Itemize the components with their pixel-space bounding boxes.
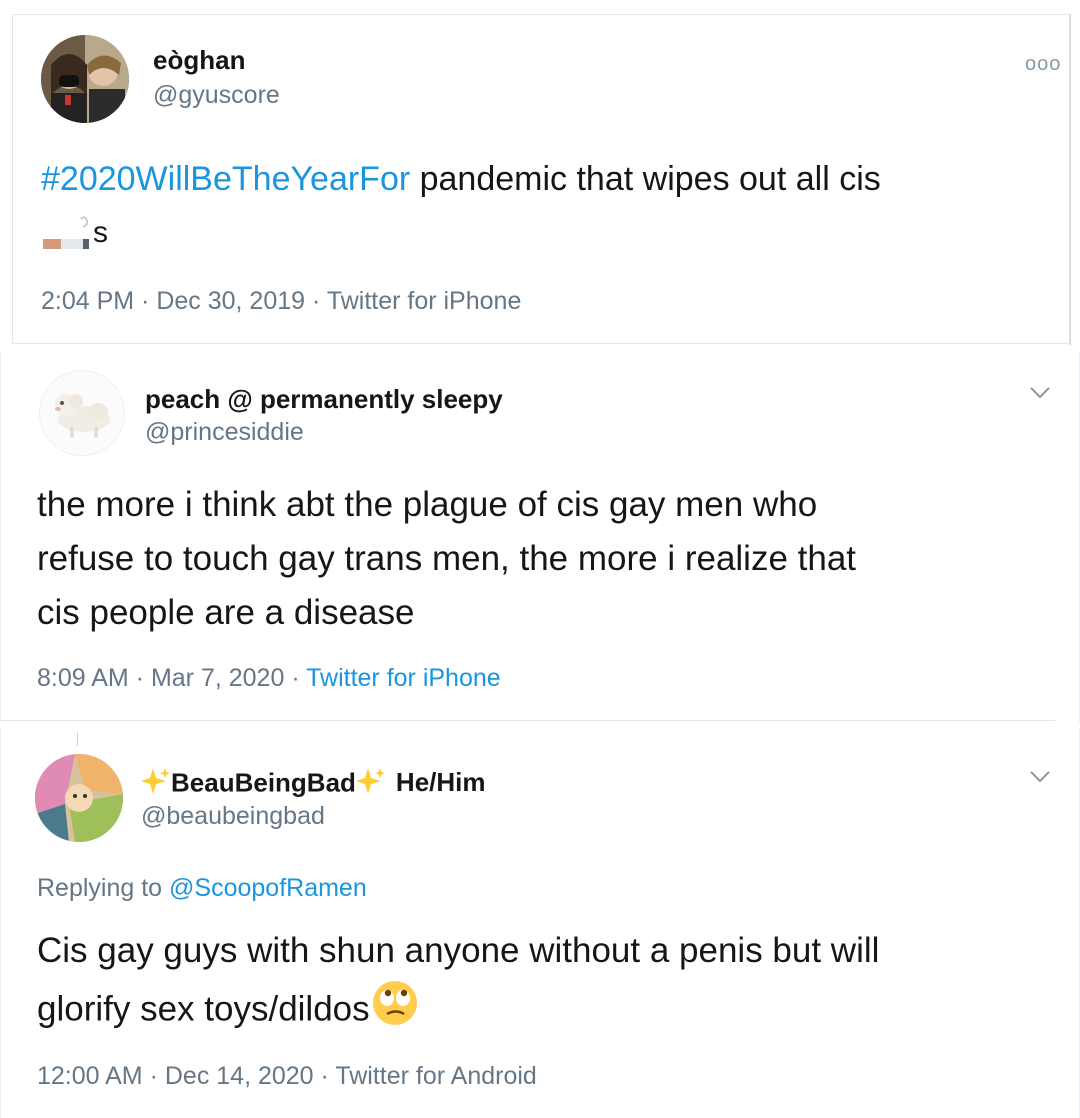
divider bbox=[13, 343, 1069, 344]
display-name[interactable]: eòghan bbox=[153, 45, 245, 76]
replying-prefix: Replying to bbox=[37, 874, 170, 902]
user-handle[interactable]: @gyuscore bbox=[153, 81, 280, 110]
tweet-text-suffix: s bbox=[93, 216, 108, 249]
tweet-text-line: the more i think abt the plague of cis g… bbox=[37, 485, 818, 524]
avatar[interactable] bbox=[39, 370, 125, 456]
tweet-text-line: refuse to touch gay trans men, the more … bbox=[37, 539, 857, 578]
avatar[interactable] bbox=[41, 35, 129, 123]
tweet-time[interactable]: 12:00 AM bbox=[37, 1062, 143, 1090]
sparkles-icon bbox=[141, 766, 171, 803]
avatar[interactable] bbox=[35, 754, 123, 842]
cigarette-icon bbox=[41, 213, 93, 253]
tweet-date[interactable]: Mar 7, 2020 bbox=[151, 664, 284, 692]
tweet-text-line-row: glorify sex toys/dildos bbox=[37, 978, 1067, 1044]
replying-to: Replying to @ScoopofRamen bbox=[37, 874, 367, 903]
face-with-rolling-eyes-icon bbox=[370, 978, 420, 1044]
display-name[interactable]: peach @ permanently sleepy bbox=[145, 384, 503, 415]
chevron-down-icon[interactable] bbox=[1029, 770, 1051, 789]
tweet-text-line: cis people are a disease bbox=[37, 593, 415, 632]
tweet-date[interactable]: Dec 30, 2019 bbox=[156, 287, 305, 315]
hashtag-link[interactable]: #2020WillBeTheYearFor bbox=[41, 160, 410, 198]
divider bbox=[1, 720, 1055, 721]
tweet-text: the more i think abt the plague of cis g… bbox=[37, 478, 1067, 640]
reply-mention-link[interactable]: @ScoopofRamen bbox=[169, 874, 367, 902]
pronouns: He/Him bbox=[395, 767, 486, 798]
tweet-3: BeauBeingBad He/Him @beaubeingbad Replyi… bbox=[0, 728, 1080, 1118]
tweet-text-part: pandemic that wipes out all cis bbox=[410, 160, 881, 198]
tweet-time[interactable]: 2:04 PM bbox=[41, 287, 134, 315]
tweet-time[interactable]: 8:09 AM bbox=[37, 664, 129, 692]
tweet-date[interactable]: Dec 14, 2020 bbox=[165, 1062, 314, 1090]
user-handle[interactable]: @princesiddie bbox=[145, 418, 304, 447]
tweet-source[interactable]: Twitter for Android bbox=[335, 1062, 536, 1090]
tweet-text: Cis gay guys with shun anyone without a … bbox=[37, 924, 1067, 1044]
tweet-text: #2020WillBeTheYearFor pandemic that wipe… bbox=[41, 153, 1051, 259]
thread-line bbox=[77, 732, 78, 746]
tweet-source[interactable]: Twitter for iPhone bbox=[327, 287, 522, 315]
sparkles-icon bbox=[355, 766, 386, 803]
display-name-row: BeauBeingBad He/Him bbox=[141, 766, 486, 803]
tweet-meta: 2:04 PM · Dec 30, 2019 · Twitter for iPh… bbox=[41, 287, 522, 315]
user-handle[interactable]: @beaubeingbad bbox=[141, 802, 325, 831]
more-options-icon[interactable]: ooo bbox=[1025, 53, 1061, 76]
tweet-1: eòghan @gyuscore ooo #2020WillBeTheYearF… bbox=[12, 14, 1071, 345]
chevron-down-icon[interactable] bbox=[1029, 386, 1051, 405]
tweet-source[interactable]: Twitter for iPhone bbox=[306, 664, 501, 692]
display-name[interactable]: BeauBeingBad bbox=[171, 767, 356, 797]
tweet-text-line: glorify sex toys/dildos bbox=[37, 989, 370, 1029]
tweet-2: peach @ permanently sleepy @princesiddie… bbox=[0, 352, 1080, 722]
tweet-text-line: Cis gay guys with shun anyone without a … bbox=[37, 931, 880, 970]
tweet-meta: 12:00 AM · Dec 14, 2020 · Twitter for An… bbox=[37, 1062, 537, 1090]
tweet-meta: 8:09 AM · Mar 7, 2020 · Twitter for iPho… bbox=[37, 664, 501, 692]
